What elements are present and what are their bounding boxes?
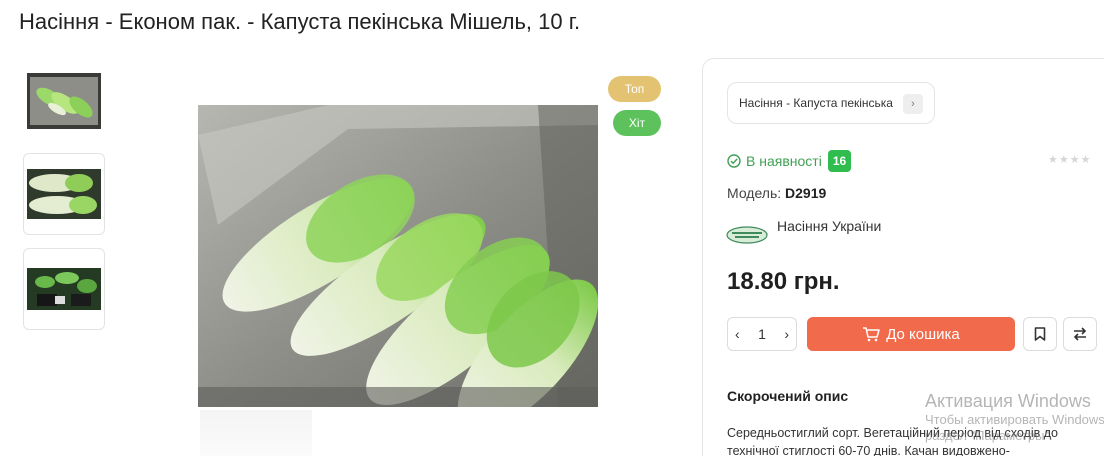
cabbage-heads-thumbnail: [27, 169, 101, 219]
product-price: 18.80 грн.: [727, 268, 840, 295]
image-reflection: [200, 410, 312, 456]
rating-stars[interactable]: ★ ★ ★ ★: [1048, 155, 1091, 166]
star-icon[interactable]: ★: [1070, 155, 1080, 166]
brand-logo[interactable]: [726, 225, 768, 245]
compare-arrows-icon: [1073, 327, 1087, 341]
cabbage-tray-thumbnail: [27, 73, 101, 129]
check-circle-icon: [727, 154, 741, 168]
description-title: Скорочений опис: [727, 388, 849, 404]
thumbnail-1[interactable]: [23, 62, 105, 140]
add-to-cart-label: До кошика: [886, 325, 960, 343]
badge-hit: Хіт: [613, 110, 661, 136]
wishlist-button[interactable]: [1023, 317, 1057, 351]
model-label: Модель:: [727, 185, 782, 201]
star-icon[interactable]: ★: [1048, 155, 1058, 166]
page-title: Насіння - Економ пак. - Капуста пекінськ…: [19, 9, 581, 34]
thumbnail-3[interactable]: [23, 248, 105, 330]
quantity-value[interactable]: 1: [758, 326, 766, 342]
add-to-cart-button[interactable]: До кошика: [807, 317, 1015, 351]
thumbnail-2[interactable]: [23, 153, 105, 235]
bookmark-icon: [1034, 327, 1046, 341]
star-icon[interactable]: ★: [1059, 155, 1069, 166]
stock-status: В наявності 16: [727, 150, 852, 172]
product-main-image[interactable]: [198, 105, 598, 407]
chevron-right-icon[interactable]: ›: [903, 94, 923, 114]
thumbnail-gallery: [23, 62, 105, 343]
brand-name[interactable]: Насіння України: [777, 218, 881, 234]
compare-button[interactable]: [1063, 317, 1097, 351]
chevron-right-icon[interactable]: ›: [784, 326, 789, 342]
stock-count-badge: 16: [827, 150, 852, 172]
chevron-left-icon[interactable]: ‹: [735, 326, 740, 342]
chinese-cabbage-photo: [198, 105, 598, 407]
star-icon[interactable]: ★: [1081, 155, 1091, 166]
product-model: Модель: D2919: [727, 185, 826, 201]
seedling-thumbnail: [27, 268, 101, 310]
model-value: D2919: [785, 185, 827, 201]
breadcrumb[interactable]: Насіння - Капуста пекінська ›: [727, 82, 935, 124]
windows-activation-watermark: Активация Windows Чтобы активировать Win…: [925, 391, 1104, 444]
watermark-title: Активация Windows: [925, 391, 1091, 411]
stock-label: В наявності: [746, 153, 822, 169]
watermark-line-2: раздел "Параметры".: [925, 428, 1053, 443]
breadcrumb-label: Насіння - Капуста пекінська: [739, 96, 893, 110]
cart-icon: [863, 327, 880, 342]
watermark-line-1: Чтобы активировать Windows,: [925, 412, 1104, 427]
badge-top: Топ: [608, 76, 661, 102]
quantity-stepper[interactable]: ‹ 1 ›: [727, 317, 797, 351]
